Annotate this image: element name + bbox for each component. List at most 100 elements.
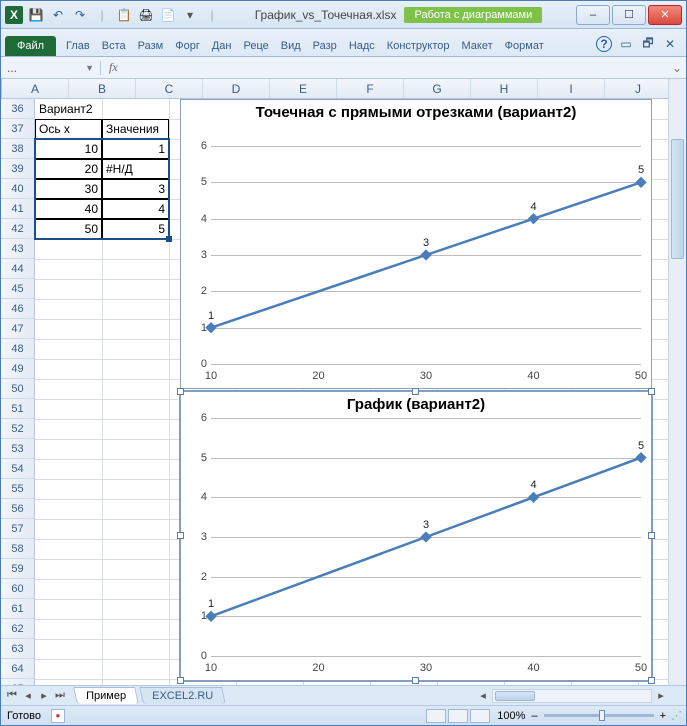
row-head-43[interactable]: 43 xyxy=(1,239,34,259)
ribbon-minimize-icon[interactable]: ▭ xyxy=(618,36,634,52)
ribbon-tab-6[interactable]: Вид xyxy=(275,36,307,56)
row-head-49[interactable]: 49 xyxy=(1,359,34,379)
resize-handle-s[interactable] xyxy=(412,677,419,684)
cell-A38[interactable]: 10 xyxy=(35,139,102,159)
ribbon-tab-10[interactable]: Макет xyxy=(456,36,499,56)
file-tab[interactable]: Файл xyxy=(5,36,56,56)
row-head-44[interactable]: 44 xyxy=(1,259,34,279)
horizontal-scrollbar[interactable]: ◂ ▸ xyxy=(224,689,686,703)
row-head-61[interactable]: 61 xyxy=(1,599,34,619)
cell-A42[interactable]: 50 xyxy=(35,219,102,239)
fx-label[interactable]: fx xyxy=(101,60,126,75)
cell-A36[interactable]: Вариант2 xyxy=(35,99,102,119)
hscroll-track[interactable] xyxy=(492,689,652,703)
col-head-J[interactable]: J xyxy=(605,79,672,98)
row-head-51[interactable]: 51 xyxy=(1,399,34,419)
row-head-45[interactable]: 45 xyxy=(1,279,34,299)
ribbon-tab-1[interactable]: Вста xyxy=(96,36,132,56)
row-head-60[interactable]: 60 xyxy=(1,579,34,599)
row-head-42[interactable]: 42 xyxy=(1,219,34,239)
qat-dropdown-icon[interactable]: ▾ xyxy=(181,6,199,24)
cell-A40[interactable]: 30 xyxy=(35,179,102,199)
zoom-slider[interactable] xyxy=(544,714,654,717)
cell-B42[interactable]: 5 xyxy=(102,219,169,239)
col-head-H[interactable]: H xyxy=(471,79,538,98)
redo-icon[interactable]: ↷ xyxy=(71,6,89,24)
name-box-dropdown-icon[interactable]: ▼ xyxy=(85,63,94,73)
tab-nav-last-icon[interactable]: ⏭ xyxy=(53,689,67,702)
col-head-F[interactable]: F xyxy=(337,79,404,98)
hscroll-thumb[interactable] xyxy=(495,691,535,701)
row-head-38[interactable]: 38 xyxy=(1,139,34,159)
row-head-52[interactable]: 52 xyxy=(1,419,34,439)
worksheet-grid[interactable]: ABCDEFGHIJ 36373839404142434445464748495… xyxy=(1,79,686,685)
cell-B39[interactable]: #Н/Д xyxy=(102,159,169,179)
cell-B41[interactable]: 4 xyxy=(102,199,169,219)
row-head-46[interactable]: 46 xyxy=(1,299,34,319)
ribbon-tab-0[interactable]: Глав xyxy=(60,36,96,56)
ribbon-tab-5[interactable]: Реце xyxy=(238,36,275,56)
col-head-E[interactable]: E xyxy=(270,79,337,98)
resize-handle-ne[interactable] xyxy=(648,388,655,395)
row-head-48[interactable]: 48 xyxy=(1,339,34,359)
row-head-62[interactable]: 62 xyxy=(1,619,34,639)
row-head-64[interactable]: 64 xyxy=(1,659,34,679)
view-page-layout-button[interactable] xyxy=(448,709,468,723)
ribbon-help-icon[interactable]: ? xyxy=(596,36,612,52)
vertical-scrollbar[interactable] xyxy=(668,79,686,685)
cell-A39[interactable]: 20 xyxy=(35,159,102,179)
resize-handle-e[interactable] xyxy=(648,532,655,539)
row-head-47[interactable]: 47 xyxy=(1,319,34,339)
ribbon-restore-icon[interactable]: 🗗 xyxy=(640,36,656,52)
resize-handle-sw[interactable] xyxy=(177,677,184,684)
row-head-59[interactable]: 59 xyxy=(1,559,34,579)
row-head-41[interactable]: 41 xyxy=(1,199,34,219)
chart-line[interactable]: График (вариант2) 012345610203040501345 xyxy=(180,391,652,681)
fill-handle[interactable] xyxy=(166,236,172,242)
undo-icon[interactable]: ↶ xyxy=(49,6,67,24)
cell-B40[interactable]: 3 xyxy=(102,179,169,199)
row-head-39[interactable]: 39 xyxy=(1,159,34,179)
save-icon[interactable]: 💾 xyxy=(27,6,45,24)
ribbon-tab-8[interactable]: Надс xyxy=(343,36,381,56)
zoom-out-button[interactable]: – xyxy=(531,710,537,722)
row-head-40[interactable]: 40 xyxy=(1,179,34,199)
tab-nav-next-icon[interactable]: ▸ xyxy=(37,689,51,702)
row-head-58[interactable]: 58 xyxy=(1,539,34,559)
resize-handle-w[interactable] xyxy=(177,532,184,539)
formula-bar-expand-icon[interactable]: ⌄ xyxy=(668,61,686,75)
col-head-I[interactable]: I xyxy=(538,79,605,98)
row-head-55[interactable]: 55 xyxy=(1,479,34,499)
row-head-37[interactable]: 37 xyxy=(1,119,34,139)
hscroll-right-icon[interactable]: ▸ xyxy=(654,689,668,702)
print-preview-icon[interactable]: 🖨 xyxy=(137,6,155,24)
cell-A41[interactable]: 40 xyxy=(35,199,102,219)
view-normal-button[interactable] xyxy=(426,709,446,723)
col-head-A[interactable]: A xyxy=(2,79,69,98)
ribbon-tab-7[interactable]: Разр xyxy=(307,36,343,56)
col-head-C[interactable]: C xyxy=(136,79,203,98)
resize-handle-n[interactable] xyxy=(412,388,419,395)
row-head-50[interactable]: 50 xyxy=(1,379,34,399)
ribbon-tab-4[interactable]: Дан xyxy=(206,36,238,56)
close-button[interactable]: ✕ xyxy=(648,5,682,25)
cell-A37[interactable]: Ось х xyxy=(35,119,102,139)
sheet-tab-active[interactable]: Пример xyxy=(73,687,139,704)
row-head-63[interactable]: 63 xyxy=(1,639,34,659)
row-head-53[interactable]: 53 xyxy=(1,439,34,459)
resize-handle-nw[interactable] xyxy=(177,388,184,395)
col-head-G[interactable]: G xyxy=(404,79,471,98)
ribbon-tab-9[interactable]: Конструктор xyxy=(381,36,456,56)
ribbon-tab-11[interactable]: Формат xyxy=(499,36,550,56)
zoom-slider-knob[interactable] xyxy=(599,710,605,721)
window-resize-grip[interactable]: ⋰ xyxy=(666,709,680,722)
ribbon-tab-2[interactable]: Разм xyxy=(132,36,170,56)
hscroll-left-icon[interactable]: ◂ xyxy=(476,689,490,702)
chart-scatter[interactable]: Точечная с прямыми отрезками (вариант2) … xyxy=(180,99,652,389)
view-page-break-button[interactable] xyxy=(470,709,490,723)
col-head-B[interactable]: B xyxy=(69,79,136,98)
sheet-tab-excel2ru[interactable]: EXCEL2.RU xyxy=(139,687,226,704)
row-head-57[interactable]: 57 xyxy=(1,519,34,539)
tab-nav-prev-icon[interactable]: ◂ xyxy=(21,689,35,702)
macro-record-icon[interactable]: ● xyxy=(51,709,65,723)
